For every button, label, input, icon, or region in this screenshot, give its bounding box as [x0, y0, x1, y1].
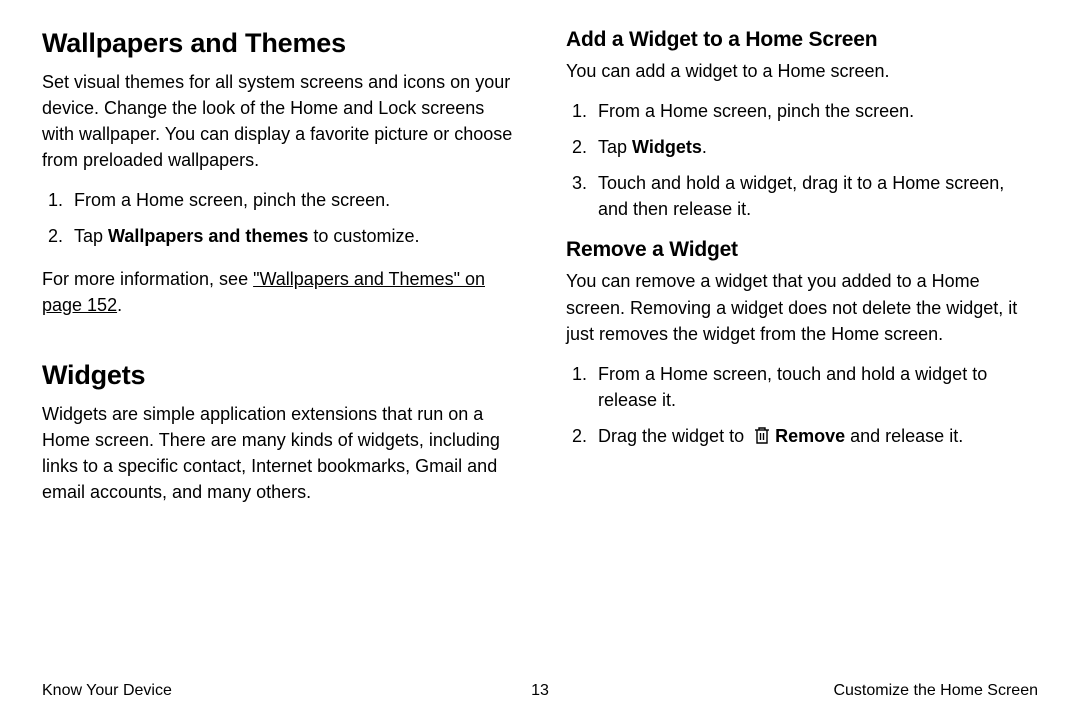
trash-icon — [753, 425, 771, 452]
footer-page-number: 13 — [374, 682, 706, 700]
step-text: to customize. — [308, 226, 419, 246]
step-text: From a Home screen, pinch the screen. — [598, 101, 914, 121]
intro-remove-widget: You can remove a widget that you added t… — [566, 268, 1038, 346]
intro-add-widget: You can add a widget to a Home screen. — [566, 58, 1038, 84]
footer-right: Customize the Home Screen — [706, 682, 1038, 700]
heading-remove-widget: Remove a Widget — [566, 238, 1038, 262]
left-column: Wallpapers and Themes Set visual themes … — [42, 28, 514, 674]
intro-wallpapers-themes: Set visual themes for all system screens… — [42, 69, 514, 173]
heading-add-widget: Add a Widget to a Home Screen — [566, 28, 1038, 52]
intro-widgets: Widgets are simple application extension… — [42, 401, 514, 505]
step-text: and release it. — [845, 426, 963, 446]
step-text: Tap — [74, 226, 108, 246]
footer-left: Know Your Device — [42, 682, 374, 700]
right-column: Add a Widget to a Home Screen You can ad… — [566, 28, 1038, 674]
step-item: Drag the widget to Remove and release it… — [592, 423, 1038, 452]
steps-add-widget: From a Home screen, pinch the screen. Ta… — [566, 98, 1038, 222]
step-text: From a Home screen, touch and hold a wid… — [598, 364, 987, 410]
step-item: Tap Widgets. — [592, 134, 1038, 160]
heading-wallpapers-themes: Wallpapers and Themes — [42, 28, 514, 59]
step-text: Drag the widget to — [598, 426, 749, 446]
step-item: From a Home screen, pinch the screen. — [592, 98, 1038, 124]
page-footer: Know Your Device 13 Customize the Home S… — [42, 674, 1038, 700]
step-item: Touch and hold a widget, drag it to a Ho… — [592, 170, 1038, 222]
step-item: Tap Wallpapers and themes to customize. — [68, 223, 514, 249]
step-item: From a Home screen, touch and hold a wid… — [592, 361, 1038, 413]
heading-widgets: Widgets — [42, 360, 514, 391]
xref-paragraph: For more information, see "Wallpapers an… — [42, 266, 514, 318]
step-item: From a Home screen, pinch the screen. — [68, 187, 514, 213]
steps-wallpapers-themes: From a Home screen, pinch the screen. Ta… — [42, 187, 514, 249]
step-text-bold: Remove — [775, 426, 845, 446]
xref-post: . — [117, 295, 122, 315]
step-text-bold: Wallpapers and themes — [108, 226, 308, 246]
step-text: . — [702, 137, 707, 157]
steps-remove-widget: From a Home screen, touch and hold a wid… — [566, 361, 1038, 452]
step-text-bold: Widgets — [632, 137, 702, 157]
step-text: Tap — [598, 137, 632, 157]
step-text: Touch and hold a widget, drag it to a Ho… — [598, 173, 1004, 219]
xref-pre: For more information, see — [42, 269, 253, 289]
step-text: From a Home screen, pinch the screen. — [74, 190, 390, 210]
